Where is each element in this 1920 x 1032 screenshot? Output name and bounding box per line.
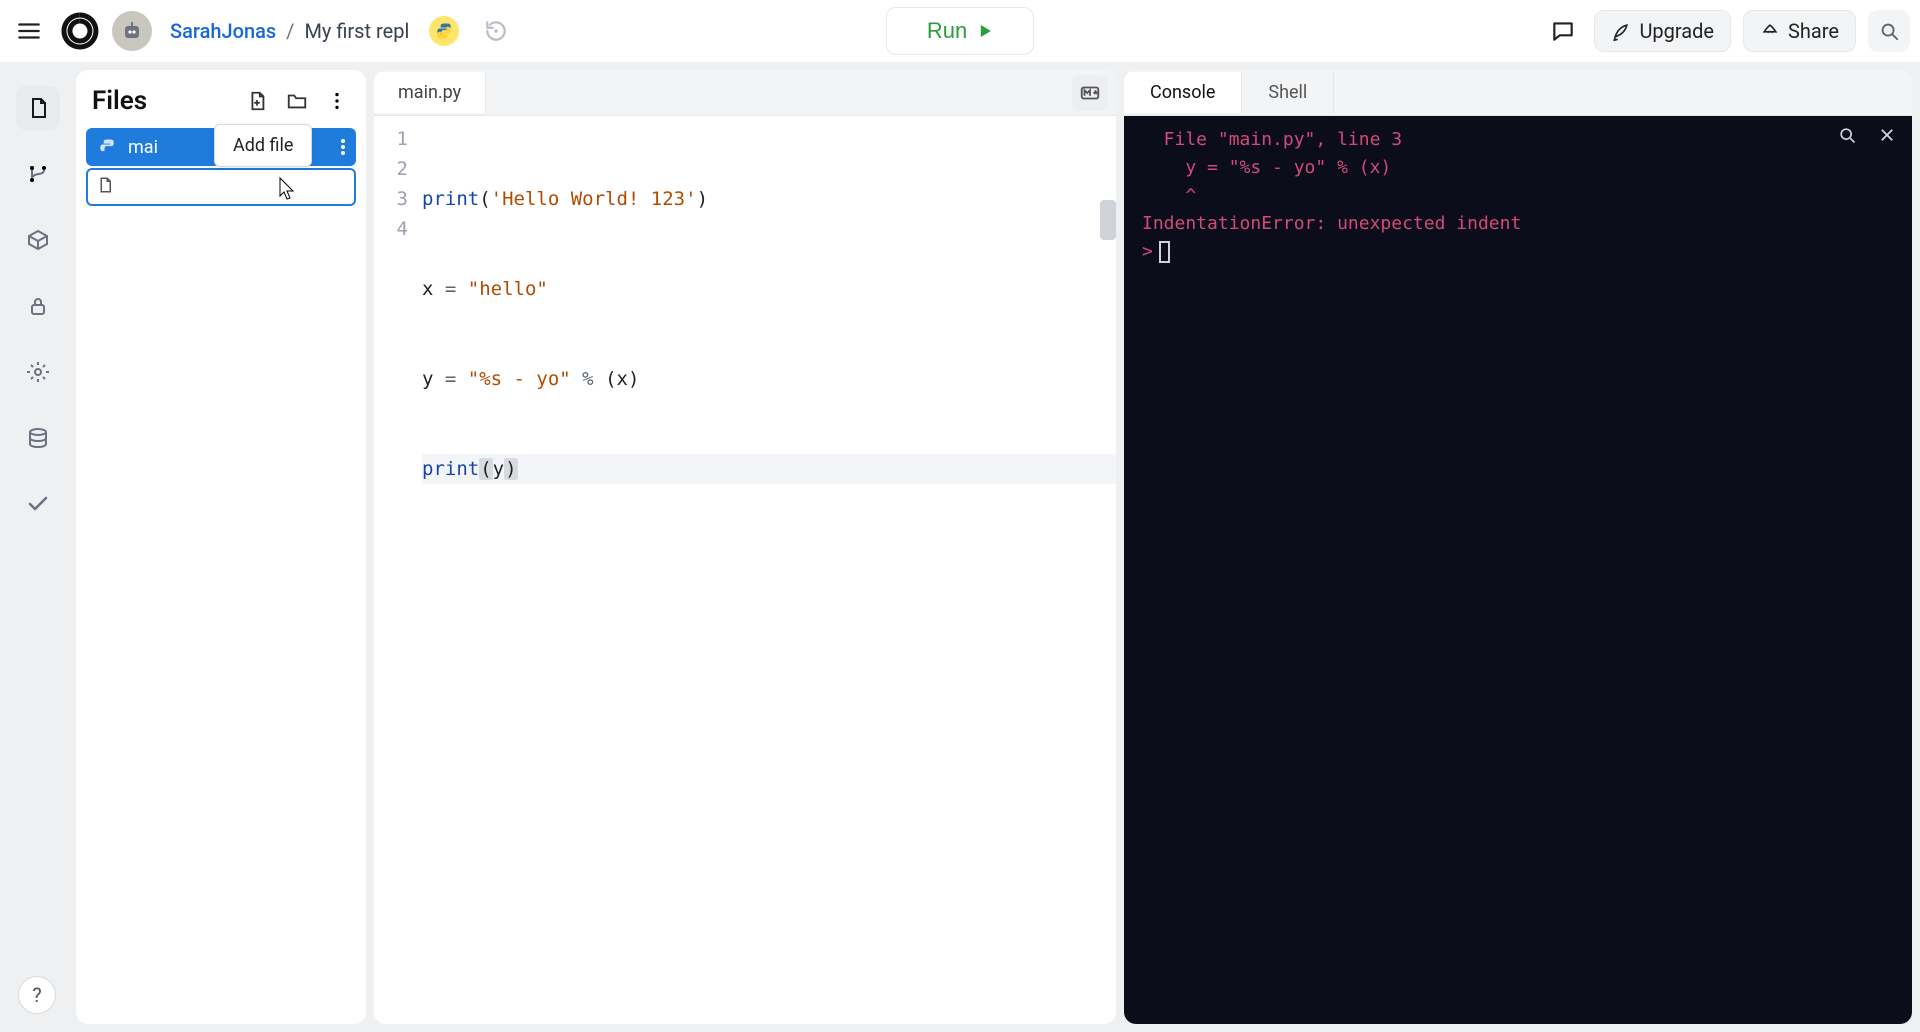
breadcrumb-project[interactable]: My first repl [304, 19, 409, 43]
term-line-4: IndentationError: unexpected indent [1142, 210, 1894, 238]
rocket-icon [1611, 21, 1631, 41]
file-item-label: mai [128, 137, 158, 158]
robot-icon [120, 19, 144, 43]
terminal-search[interactable] [1836, 124, 1858, 146]
folder-plus-icon [286, 90, 308, 112]
files-title: Files [92, 86, 244, 116]
rail-settings[interactable] [16, 350, 60, 394]
share-button[interactable]: Share [1743, 10, 1856, 52]
console-panel: Console Shell File "main.py", line 3 y =… [1124, 70, 1912, 1024]
search-button[interactable] [1868, 10, 1910, 52]
share-label: Share [1788, 19, 1839, 43]
markdown-icon [1079, 82, 1101, 104]
topbar-right: Upgrade Share [1544, 10, 1910, 52]
python-icon [434, 21, 454, 41]
terminal-cursor [1159, 241, 1170, 263]
terminal-tools [1836, 124, 1898, 146]
term-line-3: ^ [1142, 182, 1894, 210]
search-icon [1837, 125, 1857, 145]
language-badge [429, 16, 459, 46]
breadcrumb-user[interactable]: SarahJonas [170, 19, 276, 43]
file-item-more[interactable] [340, 139, 346, 155]
add-file-button[interactable]: Add file [244, 88, 270, 114]
box-icon [26, 228, 50, 252]
gear-icon [26, 360, 50, 384]
gutter: 1 2 3 4 [374, 124, 422, 1024]
rail-packages[interactable] [16, 218, 60, 262]
side-rail [8, 70, 68, 1024]
file-plus-icon [246, 90, 268, 112]
run-label: Run [927, 18, 967, 44]
breadcrumb-sep: / [286, 19, 294, 43]
tab-console[interactable]: Console [1124, 72, 1242, 113]
code[interactable]: print('Hello World! 123') x = "hello" y … [422, 124, 1116, 1024]
code-area[interactable]: 1 2 3 4 print('Hello World! 123') x = "h… [374, 116, 1116, 1024]
terminal-close[interactable] [1876, 124, 1898, 146]
menu-button[interactable] [10, 12, 48, 50]
rail-version[interactable] [16, 152, 60, 196]
history-icon [483, 18, 509, 44]
editor-tabs: main.py [374, 70, 1116, 116]
files-more-button[interactable] [324, 88, 350, 114]
editor-panel: main.py 1 2 3 4 print('Hello World! 123'… [374, 70, 1116, 1024]
play-icon [977, 23, 993, 39]
branch-icon [26, 162, 50, 186]
terminal[interactable]: File "main.py", line 3 y = "%s - yo" % (… [1124, 116, 1912, 1024]
rail-secrets[interactable] [16, 284, 60, 328]
chat-button[interactable] [1544, 12, 1582, 50]
workspace: Files Add file mai [0, 62, 1920, 1032]
blank-file-icon [96, 176, 114, 198]
new-file-row[interactable] [86, 168, 356, 206]
chat-icon [1550, 18, 1576, 44]
upgrade-label: Upgrade [1639, 19, 1714, 43]
search-icon [1878, 20, 1900, 42]
breadcrumb: SarahJonas / My first repl [170, 19, 409, 43]
lock-icon [26, 294, 50, 318]
add-folder-button[interactable] [284, 88, 310, 114]
tooltip-add-file: Add file [214, 124, 312, 167]
console-tabs: Console Shell [1124, 70, 1912, 116]
help-button[interactable]: ? [18, 976, 56, 1014]
new-file-input[interactable] [124, 178, 346, 196]
history-button[interactable] [481, 16, 511, 46]
logo-icon[interactable] [58, 9, 102, 53]
hamburger-icon [16, 18, 42, 44]
python-file-icon [96, 136, 118, 158]
files-actions: Add file [244, 88, 350, 114]
editor-tab-main[interactable]: main.py [374, 72, 486, 113]
term-prompt: > [1142, 238, 1894, 266]
tab-shell[interactable]: Shell [1242, 72, 1334, 113]
markdown-preview-button[interactable] [1072, 75, 1108, 111]
rail-database[interactable] [16, 416, 60, 460]
term-line-1: File "main.py", line 3 [1142, 126, 1894, 154]
editor-scrollbar[interactable] [1100, 200, 1116, 240]
topbar: SarahJonas / My first repl Run Upgrade S… [0, 0, 1920, 62]
check-icon [26, 492, 50, 516]
spiral-icon [60, 11, 100, 51]
file-icon [26, 96, 50, 120]
term-line-2: y = "%s - yo" % (x) [1142, 154, 1894, 182]
rail-tests[interactable] [16, 482, 60, 526]
upgrade-button[interactable]: Upgrade [1594, 10, 1731, 52]
avatar[interactable] [112, 11, 152, 51]
files-panel: Files Add file mai [76, 70, 366, 1024]
share-icon [1760, 21, 1780, 41]
rail-files[interactable] [16, 86, 60, 130]
run-button[interactable]: Run [886, 7, 1034, 55]
close-icon [1878, 126, 1896, 144]
database-icon [26, 426, 50, 450]
files-header: Files Add file [84, 80, 358, 128]
kebab-icon [326, 90, 348, 112]
